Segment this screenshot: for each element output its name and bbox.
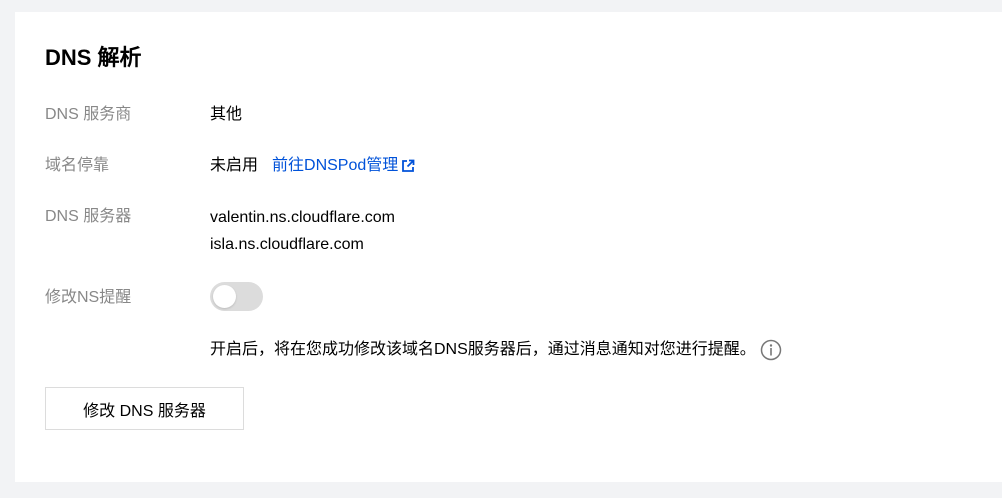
- dns-servers-label: DNS 服务器: [45, 208, 132, 225]
- dns-servers-list: valentin.ns.cloudflare.com isla.ns.cloud…: [210, 204, 395, 258]
- external-link-icon: [402, 159, 415, 172]
- modify-dns-servers-button[interactable]: 修改 DNS 服务器: [45, 387, 244, 430]
- domain-parking-value-row: 未启用 前往DNSPod管理: [210, 155, 415, 177]
- dns-server-item: isla.ns.cloudflare.com: [210, 236, 364, 253]
- toggle-knob: [213, 285, 236, 308]
- dns-provider-label: DNS 服务商: [45, 106, 132, 123]
- domain-parking-status: 未启用: [210, 157, 259, 174]
- dns-provider-value: 其他: [210, 106, 243, 123]
- dnspod-manage-link[interactable]: 前往DNSPod管理: [272, 157, 415, 174]
- dns-resolution-card: DNS 解析 DNS 服务商 其他 域名停靠 未启用 前往DNSPod管理 DNS…: [15, 12, 1002, 482]
- domain-parking-label: 域名停靠: [45, 157, 110, 174]
- dns-server-item: valentin.ns.cloudflare.com: [210, 209, 395, 226]
- ns-reminder-label: 修改NS提醒: [45, 289, 132, 306]
- dnspod-manage-link-label: 前往DNSPod管理: [272, 157, 399, 174]
- ns-reminder-hint: 开启后，将在您成功修改该域名DNS服务器后，通过消息通知对您进行提醒。: [210, 339, 782, 361]
- info-icon[interactable]: [760, 339, 782, 361]
- ns-reminder-toggle[interactable]: [210, 282, 263, 311]
- section-title: DNS 解析: [45, 45, 142, 70]
- ns-reminder-hint-text: 开启后，将在您成功修改该域名DNS服务器后，通过消息通知对您进行提醒。: [210, 341, 756, 359]
